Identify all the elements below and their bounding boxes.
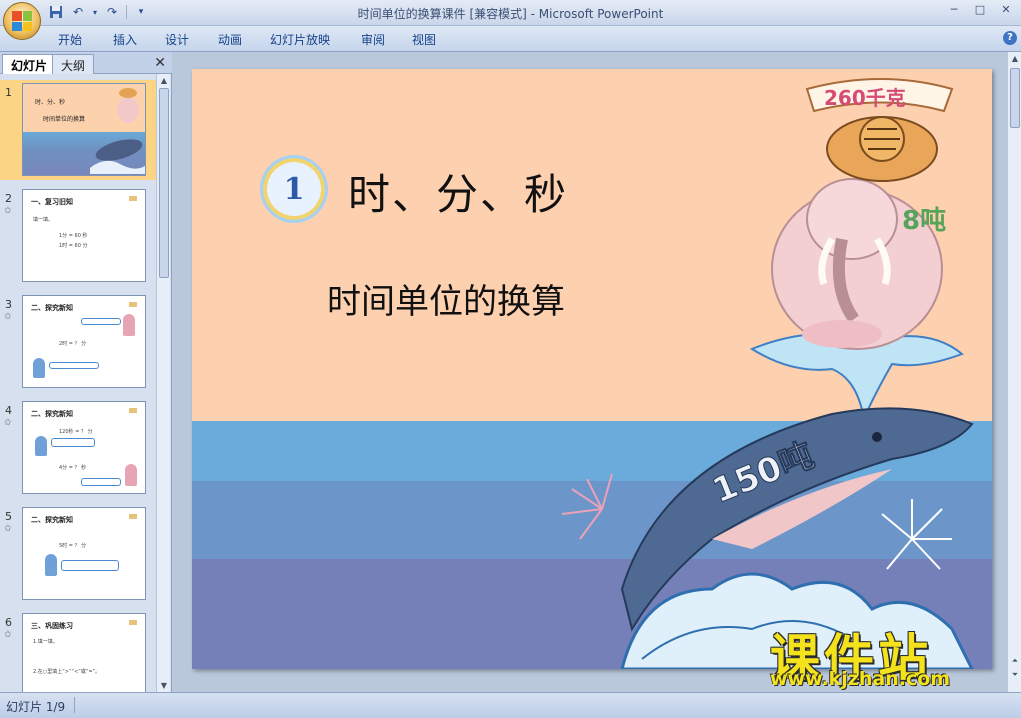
current-slide[interactable]: 1 时、分、秒 时间单位的换算 8吨 260千克 150吨 bbox=[192, 69, 992, 669]
slide-indicator: 幻灯片 1/9 bbox=[6, 700, 66, 714]
slide-number: 5 bbox=[5, 510, 12, 523]
slide-editor: 1 时、分、秒 时间单位的换算 8吨 260千克 150吨 课件站 www.kj… bbox=[173, 52, 1006, 692]
office-logo-icon bbox=[12, 11, 32, 31]
elephant-weight-label: 8吨 bbox=[902, 206, 946, 236]
office-button[interactable] bbox=[3, 2, 41, 40]
animals-thumb-icon bbox=[117, 88, 139, 123]
thumb-line: 2.在○里填上“>”“<”或“=”。 bbox=[33, 669, 101, 675]
tab-slideshow[interactable]: 幻灯片放映 bbox=[270, 31, 330, 48]
speech-bubble bbox=[49, 362, 99, 369]
speech-bubble bbox=[61, 560, 119, 571]
thumbnails-scrollbar[interactable]: ▲ ▼ bbox=[156, 74, 170, 692]
slide-number: 2 bbox=[5, 192, 12, 205]
previous-slide-icon[interactable]: ⏶ bbox=[1010, 656, 1020, 666]
window-controls: ─ □ ✕ bbox=[941, 0, 1019, 18]
flag-icon bbox=[129, 196, 137, 201]
scrollbar-thumb[interactable] bbox=[1010, 68, 1020, 128]
help-icon[interactable]: ? bbox=[1003, 31, 1017, 45]
slide-thumbnail[interactable]: 二、探究新知 120秒 = ？ 分 4分 = ？ 秒 bbox=[22, 401, 146, 494]
slide-number: 6 bbox=[5, 616, 12, 629]
thumb-subtitle: 时间单位的换算 bbox=[43, 116, 86, 123]
thumb-line: 1.填一填。 bbox=[33, 639, 58, 645]
tab-review[interactable]: 审阅 bbox=[361, 31, 385, 48]
fireworks-left bbox=[561, 473, 613, 540]
flag-icon bbox=[129, 620, 137, 625]
thumb-title: 二、探究新知 bbox=[31, 410, 73, 418]
scroll-down-icon[interactable]: ▼ bbox=[159, 681, 169, 690]
animation-star-icon: ✩ bbox=[4, 418, 12, 428]
slide-scrollbar[interactable]: ▲ ⏶ ⏷ bbox=[1007, 52, 1021, 692]
thumb-title: 二、探究新知 bbox=[31, 304, 73, 312]
watermark-url: www.kjzhan.com bbox=[770, 668, 951, 690]
close-pane-icon[interactable]: ✕ bbox=[154, 55, 166, 71]
slide-number: 3 bbox=[5, 298, 12, 311]
thumb-line: 120秒 = ？ 分 bbox=[59, 429, 93, 435]
boy-character-icon bbox=[45, 554, 57, 576]
fireworks-right bbox=[881, 499, 952, 570]
thumb-line: 填一填。 bbox=[33, 217, 54, 223]
slide-number: 1 bbox=[5, 86, 12, 99]
slide-thumbnail-row[interactable]: 4 ✩ 二、探究新知 120秒 = ？ 分 4分 = ？ 秒 bbox=[0, 398, 156, 498]
animation-star-icon: ✩ bbox=[4, 630, 12, 640]
next-slide-icon[interactable]: ⏷ bbox=[1010, 670, 1020, 680]
tab-home[interactable]: 开始 bbox=[58, 31, 82, 48]
thumb-line: 1时 = 60 分 bbox=[59, 243, 88, 249]
thumb-line: 4分 = ？ 秒 bbox=[59, 465, 87, 471]
minimize-button[interactable]: ─ bbox=[941, 0, 967, 18]
thumb-line: 5时 = ？ 分 bbox=[59, 543, 87, 549]
window-title: 时间单位的换算课件 [兼容模式] - Microsoft PowerPoint bbox=[357, 7, 664, 21]
status-separator bbox=[74, 697, 75, 713]
speech-bubble bbox=[81, 318, 121, 325]
speech-bubble bbox=[81, 478, 121, 486]
tab-design[interactable]: 设计 bbox=[165, 31, 189, 48]
tiger-weight-label: 260千克 bbox=[824, 86, 906, 110]
tab-insert[interactable]: 插入 bbox=[113, 31, 137, 48]
animation-star-icon: ✩ bbox=[4, 524, 12, 534]
slide-thumbnail-row[interactable]: 3 ✩ 二、探究新知 2时 = ？ 分 bbox=[0, 292, 156, 392]
slide-thumbnail[interactable]: 二、探究新知 5时 = ？ 分 bbox=[22, 507, 146, 600]
tab-outline[interactable]: 大纲 bbox=[52, 54, 95, 74]
slide-thumbnail[interactable]: 三、巩固练习 1.填一填。 2.在○里填上“>”“<”或“=”。 bbox=[22, 613, 146, 692]
slide-thumbnail[interactable]: 时、分、秒 时间单位的换算 bbox=[22, 83, 146, 176]
slide-thumbnail[interactable]: 二、探究新知 2时 = ？ 分 bbox=[22, 295, 146, 388]
ribbon-tabs: 开始 插入 设计 动画 幻灯片放映 审阅 视图 ? bbox=[0, 26, 1021, 52]
slide-thumbnail-row[interactable]: 6 ✩ 三、巩固练习 1.填一填。 2.在○里填上“>”“<”或“=”。 bbox=[0, 610, 156, 692]
slide-number: 4 bbox=[5, 404, 12, 417]
thumb-title: 二、探究新知 bbox=[31, 516, 73, 524]
tab-animations[interactable]: 动画 bbox=[218, 31, 242, 48]
scrollbar-thumb[interactable] bbox=[159, 88, 169, 278]
scroll-up-icon[interactable]: ▲ bbox=[1010, 54, 1020, 63]
slide-thumbnails: 1 时、分、秒 时间单位的换算 2 ✩ 一、复习旧知 填一填。 1分 = 60 … bbox=[0, 74, 156, 692]
speech-bubble bbox=[51, 438, 95, 447]
animals-illustration: 8吨 260千克 150吨 bbox=[561, 78, 974, 669]
boy-character-icon bbox=[33, 358, 45, 378]
girl-character-icon bbox=[125, 464, 137, 486]
thumb-title: 一、复习旧知 bbox=[31, 198, 73, 206]
thumb-title: 时、分、秒 bbox=[35, 99, 66, 106]
animation-star-icon: ✩ bbox=[4, 206, 12, 216]
boy-character-icon bbox=[35, 436, 47, 456]
maximize-button[interactable]: □ bbox=[967, 0, 993, 18]
slide-thumbnail[interactable]: 一、复习旧知 填一填。 1分 = 60 秒 1时 = 60 分 bbox=[22, 189, 146, 282]
thumb-line: 1分 = 60 秒 bbox=[59, 233, 88, 239]
slides-pane: 幻灯片 大纲 ✕ 1 时、分、秒 时间单位的换算 2 ✩ 一、复习旧知 填一填。… bbox=[0, 52, 172, 692]
slide-thumbnail-row[interactable]: 2 ✩ 一、复习旧知 填一填。 1分 = 60 秒 1时 = 60 分 bbox=[0, 186, 156, 286]
pane-tabs: 幻灯片 大纲 ✕ bbox=[0, 52, 172, 74]
slide-thumbnail-row[interactable]: 5 ✩ 二、探究新知 5时 = ？ 分 bbox=[0, 504, 156, 604]
animation-star-icon: ✩ bbox=[4, 312, 12, 322]
slide-thumbnail-row[interactable]: 1 时、分、秒 时间单位的换算 bbox=[0, 80, 156, 180]
close-button[interactable]: ✕ bbox=[993, 0, 1019, 18]
title-bar: ↶ ▾ ↷ ▾ 时间单位的换算课件 [兼容模式] - Microsoft Pow… bbox=[0, 0, 1021, 26]
status-bar: 幻灯片 1/9 bbox=[0, 692, 1021, 718]
tab-view[interactable]: 视图 bbox=[412, 31, 436, 48]
flag-icon bbox=[129, 514, 137, 519]
thumb-title: 三、巩固练习 bbox=[31, 622, 73, 630]
girl-character-icon bbox=[123, 314, 135, 336]
flag-icon bbox=[129, 302, 137, 307]
thumb-line: 2时 = ？ 分 bbox=[59, 341, 87, 347]
scroll-up-icon[interactable]: ▲ bbox=[159, 76, 169, 85]
flag-icon bbox=[129, 408, 137, 413]
tab-slides[interactable]: 幻灯片 bbox=[2, 54, 57, 74]
whale-thumb-icon bbox=[90, 139, 145, 174]
